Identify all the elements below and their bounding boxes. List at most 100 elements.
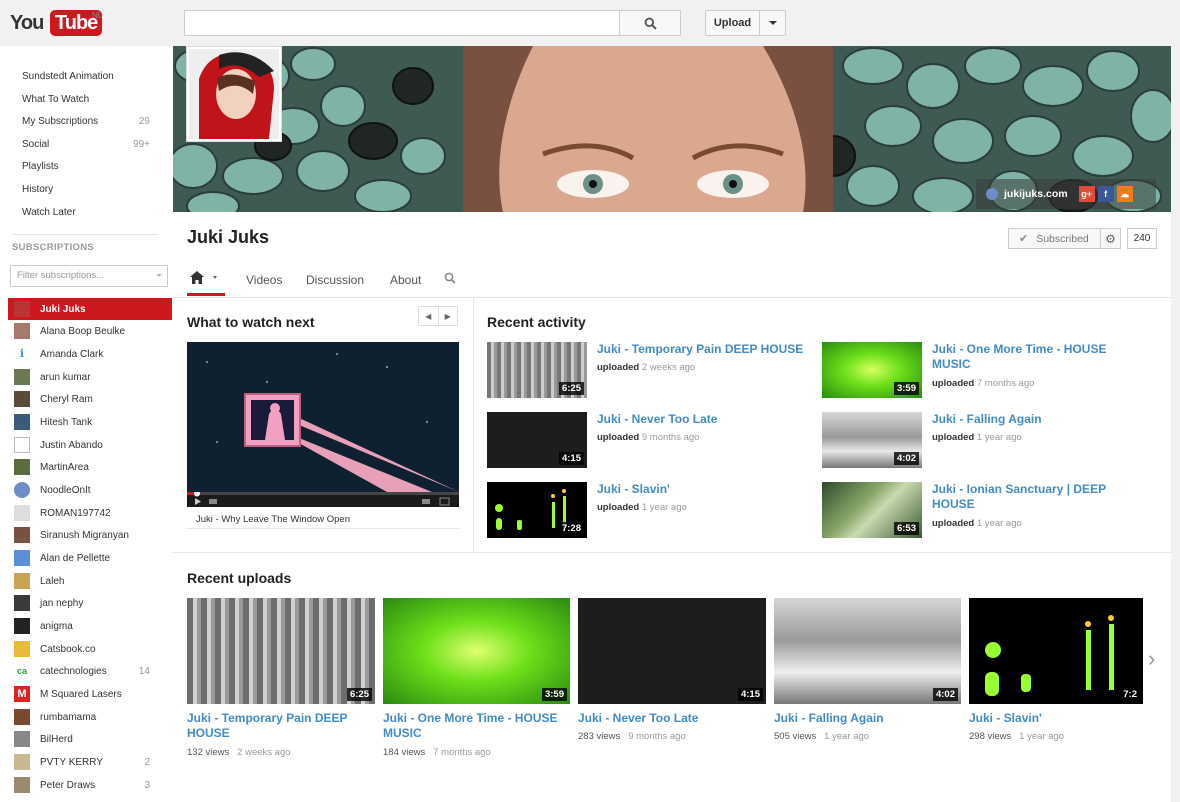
activity-action: uploaded: [932, 518, 975, 529]
chevron-left-icon: ◀: [425, 311, 432, 321]
gear-icon[interactable]: ⚙: [1100, 229, 1120, 248]
avatar: [14, 641, 30, 657]
video-thumbnail[interactable]: 6:25: [487, 342, 587, 398]
chevron-right-icon[interactable]: ›: [1148, 646, 1155, 672]
subscription-item[interactable]: M M Squared Lasers: [8, 683, 172, 705]
player-video-title[interactable]: Juki - Why Leave The Window Open: [196, 514, 350, 525]
video-thumbnail[interactable]: 6:53: [822, 482, 922, 538]
video-thumbnail[interactable]: 3:59: [822, 342, 922, 398]
upload-time: 7 months ago: [433, 747, 491, 758]
subscription-item[interactable]: Cheryl Ram: [8, 388, 172, 410]
video-title-link[interactable]: Juki - Never Too Late: [578, 711, 763, 726]
subscription-item[interactable]: rumbamama: [8, 706, 172, 728]
upload-button[interactable]: Upload: [705, 10, 786, 36]
upload-time: 2 weeks ago: [237, 747, 291, 758]
subscription-item[interactable]: Justin Abando: [8, 434, 172, 456]
tab-about[interactable]: About: [390, 273, 421, 287]
subscription-item[interactable]: BilHerd: [8, 728, 172, 750]
subscription-item[interactable]: Laleh: [8, 570, 172, 592]
video-meta: 184 views 7 months ago: [383, 747, 491, 758]
locale-label: NL: [92, 11, 103, 20]
video-title-link[interactable]: Juki - Never Too Late: [597, 412, 812, 427]
activity-time: 7 months ago: [976, 378, 1035, 389]
search-input[interactable]: [184, 10, 620, 36]
website-link[interactable]: jukijuks.com: [986, 188, 1068, 200]
guide-item-social[interactable]: Social 99+: [22, 134, 150, 156]
tab-home[interactable]: [187, 268, 225, 296]
subscription-item[interactable]: PVTY KERRY 2: [8, 751, 172, 773]
video-thumbnail[interactable]: 3:59: [383, 598, 570, 704]
tab-search[interactable]: [444, 272, 456, 287]
guide-item-history[interactable]: History: [22, 179, 150, 201]
guide-item-label: Social: [22, 139, 50, 150]
avatar: [14, 369, 30, 385]
video-title-link[interactable]: Juki - One More Time - HOUSE MUSIC: [932, 342, 1132, 372]
guide-item-what-to-watch[interactable]: What To Watch: [22, 89, 150, 111]
video-thumbnail[interactable]: 4:02: [774, 598, 961, 704]
subscription-item[interactable]: anigma: [8, 615, 172, 637]
video-title-link[interactable]: Juki - Temporary Pain DEEP HOUSE: [187, 711, 372, 741]
subscription-item[interactable]: Juki Juks: [8, 298, 172, 320]
video-title-link[interactable]: Juki - Temporary Pain DEEP HOUSE: [597, 342, 812, 357]
subscription-item[interactable]: ROMAN197742: [8, 502, 172, 524]
prev-button[interactable]: ◀: [419, 307, 439, 325]
youtube-logo[interactable]: You Tube NL: [10, 10, 103, 38]
subscription-item[interactable]: MartinArea: [8, 456, 172, 478]
subscription-count: 14: [138, 665, 150, 677]
video-title-link[interactable]: Juki - One More Time - HOUSE MUSIC: [383, 711, 568, 741]
channel-avatar-image: [189, 49, 279, 139]
video-thumbnail[interactable]: 4:02: [822, 412, 922, 468]
subscribe-button[interactable]: ✔ Subscribed ⚙: [1008, 228, 1121, 249]
subscription-item[interactable]: Alan de Pellette: [8, 547, 172, 569]
avatar: [14, 754, 30, 770]
player-controls[interactable]: [187, 490, 459, 507]
filter-subscriptions-input[interactable]: Filter subscriptions...: [10, 265, 168, 287]
subscription-item[interactable]: arun kumar: [8, 366, 172, 388]
soundcloud-icon[interactable]: ☁: [1116, 186, 1133, 202]
search-button[interactable]: [619, 10, 681, 36]
subscription-item[interactable]: Catsbook.co: [8, 638, 172, 660]
upload-menu-button[interactable]: [760, 11, 785, 35]
subscription-name: Alana Boop Beulke: [40, 325, 126, 337]
google-plus-icon[interactable]: g+: [1078, 186, 1095, 202]
avatar: [14, 573, 30, 589]
video-title-link[interactable]: Juki - Slavin': [969, 711, 1143, 726]
video-thumbnail[interactable]: 4:15: [578, 598, 766, 704]
subscription-name: catechnologies: [40, 665, 107, 677]
video-thumbnail[interactable]: 7:28: [487, 482, 587, 538]
subscription-item[interactable]: Peter Draws 3: [8, 774, 172, 796]
video-player[interactable]: [187, 342, 459, 507]
subscription-item[interactable]: jan nephy: [8, 592, 172, 614]
subscription-name: Catsbook.co: [40, 643, 96, 655]
guide-item-watch-later[interactable]: Watch Later: [22, 202, 150, 224]
subscription-item[interactable]: NoodleOnIt: [8, 479, 172, 501]
guide-item-sundstedt-animation[interactable]: Sundstedt Animation: [22, 66, 150, 88]
video-title-link[interactable]: Juki - Falling Again: [774, 711, 959, 726]
channel-avatar[interactable]: [186, 46, 282, 142]
subscription-item[interactable]: Siranush Migranyan: [8, 524, 172, 546]
subscription-item[interactable]: ℹ Amanda Clark: [8, 343, 172, 365]
video-title-link[interactable]: Juki - Falling Again: [932, 412, 1132, 427]
video-duration: 7:2: [1120, 688, 1140, 701]
video-thumbnail[interactable]: 4:15: [487, 412, 587, 468]
guide-item-playlists[interactable]: Playlists: [22, 156, 150, 178]
tab-discussion[interactable]: Discussion: [306, 273, 364, 287]
upload-label: Upload: [706, 11, 760, 35]
next-button[interactable]: ▶: [439, 307, 458, 325]
video-title-link[interactable]: Juki - Slavin': [597, 482, 812, 497]
video-thumbnail[interactable]: 7:2: [969, 598, 1143, 704]
avatar: [14, 459, 30, 475]
subscription-item[interactable]: ca catechnologies 14: [8, 660, 172, 682]
video-title-link[interactable]: Juki - Ionian Sanctuary | DEEP HOUSE: [932, 482, 1132, 512]
video-thumbnail[interactable]: 6:25: [187, 598, 375, 704]
guide-item-my-subscriptions[interactable]: My Subscriptions 29: [22, 111, 150, 133]
subscription-name: Justin Abando: [40, 439, 103, 451]
subscription-item[interactable]: Alana Boop Beulke: [8, 320, 172, 342]
subscription-name: rumbamama: [40, 711, 97, 723]
tab-videos[interactable]: Videos: [246, 273, 282, 287]
activity-action: uploaded: [597, 362, 640, 373]
facebook-icon[interactable]: f: [1097, 186, 1114, 202]
subscription-name: Juki Juks: [40, 303, 86, 315]
avatar: [14, 301, 30, 317]
subscription-item[interactable]: Hitesh Tank: [8, 411, 172, 433]
